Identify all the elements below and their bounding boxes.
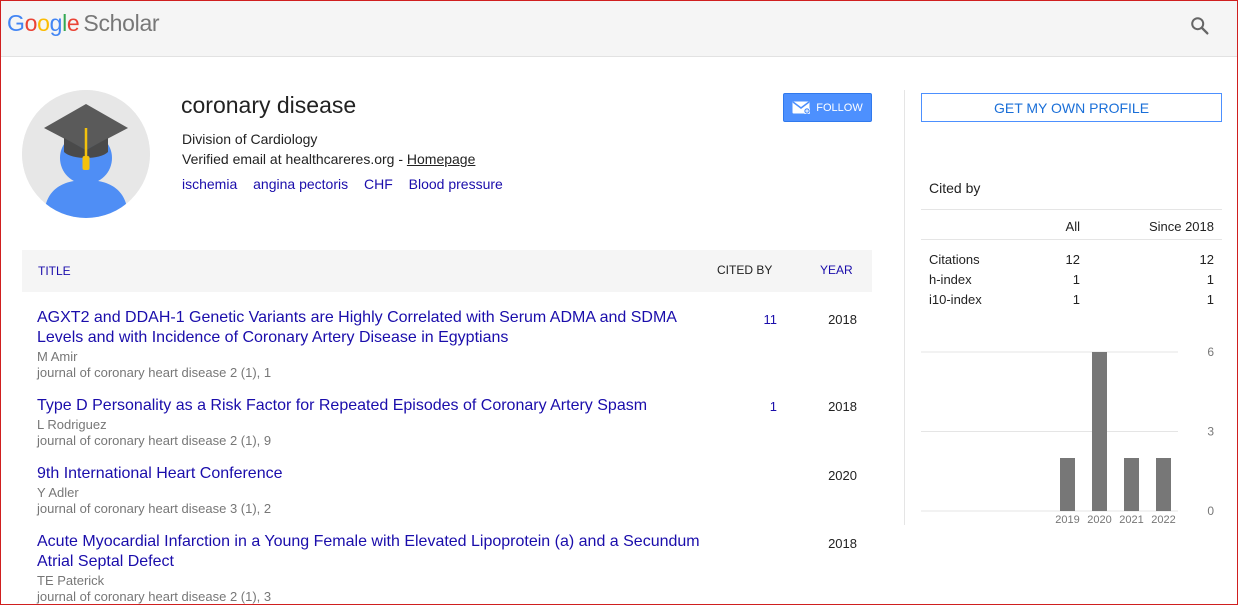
stats-header: All Since 2018	[921, 209, 1222, 240]
cited-count[interactable]: 11	[737, 312, 778, 327]
profile-affiliation: Division of Cardiology	[182, 131, 318, 147]
article-year: 2018	[828, 312, 857, 327]
chart-y-tick-label: 6	[1207, 345, 1214, 359]
article-title[interactable]: Type D Personality as a Risk Factor for …	[37, 396, 717, 416]
article-authors: L Rodriguez	[37, 417, 107, 432]
interest-blood-pressure[interactable]: Blood pressure	[409, 176, 503, 192]
interest-ischemia[interactable]: ischemia	[182, 176, 237, 192]
sort-by-title[interactable]: TITLE	[38, 264, 71, 278]
chart-x-tick-label: 2019	[1055, 514, 1079, 526]
google-scholar-logo[interactable]: Google Scholar	[7, 10, 160, 37]
stats-col-all: All	[1065, 219, 1080, 234]
profile-avatar	[22, 90, 150, 218]
follow-label: FOLLOW	[816, 101, 863, 114]
mail-icon	[792, 101, 811, 114]
sort-by-cited[interactable]: CITED BY	[717, 263, 772, 277]
article-title[interactable]: Acute Myocardial Infarction in a Young F…	[37, 532, 717, 572]
search-icon[interactable]	[1189, 15, 1211, 37]
article-year: 2018	[828, 399, 857, 414]
article-journal: journal of coronary heart disease 2 (1),…	[37, 365, 272, 380]
research-interests: ischemia angina pectoris CHF Blood press…	[182, 176, 515, 192]
article-authors: Y Adler	[37, 485, 79, 500]
citation-stats-table: All Since 2018 Citations 12 12 h-index 1…	[921, 209, 1222, 309]
profile-name: coronary disease	[181, 92, 357, 118]
article-year: 2020	[828, 468, 857, 483]
cited-count[interactable]: 1	[737, 399, 777, 414]
homepage-link[interactable]: Homepage	[407, 151, 476, 167]
stats-col-since: Since 2018	[1148, 219, 1214, 234]
interest-chf[interactable]: CHF	[364, 176, 393, 192]
interest-angina-pectoris[interactable]: angina pectoris	[253, 176, 348, 192]
column-divider	[904, 90, 905, 525]
table-row: AGXT2 and DDAH-1 Genetic Variants are Hi…	[37, 308, 867, 381]
article-authors: TE Paterick	[37, 573, 105, 588]
stats-row-h-index: h-index 1 1	[929, 272, 1214, 287]
chart-bar-2022[interactable]	[1156, 458, 1171, 511]
chart-y-tick-label: 0	[1207, 504, 1214, 518]
articles-table-header: TITLE CITED BY YEAR	[22, 250, 872, 292]
stats-row-citations: Citations 12 12	[929, 252, 1214, 267]
article-title[interactable]: 9th International Heart Conference	[37, 464, 717, 484]
chart-bar-2021[interactable]	[1124, 458, 1139, 511]
article-journal: journal of coronary heart disease 3 (1),…	[37, 501, 272, 516]
citations-per-year-chart: 0 3 6 2019 2020 2021 2022	[921, 345, 1214, 526]
chart-y-tick-label: 3	[1207, 425, 1214, 439]
graduate-cap-avatar-icon	[22, 90, 150, 218]
follow-button[interactable]: FOLLOW	[783, 93, 872, 122]
profile-email: Verified email at healthcareres.org - Ho…	[182, 151, 475, 167]
article-year: 2018	[828, 536, 857, 551]
table-row: Acute Myocardial Infarction in a Young F…	[37, 532, 867, 605]
table-row: 9th International Heart Conference Y Adl…	[37, 464, 867, 517]
stats-row-i10-index: i10-index 1 1	[929, 292, 1214, 307]
logo-suffix: Scholar	[83, 10, 160, 36]
article-journal: journal of coronary heart disease 2 (1),…	[37, 589, 272, 604]
chart-bar-2020[interactable]	[1092, 352, 1107, 511]
top-bar: Google Scholar	[0, 0, 1238, 57]
article-title[interactable]: AGXT2 and DDAH-1 Genetic Variants are Hi…	[37, 308, 717, 348]
table-row: Type D Personality as a Risk Factor for …	[37, 396, 867, 449]
email-text: Verified email at healthcareres.org -	[182, 151, 407, 167]
chart-x-tick-label: 2022	[1151, 514, 1175, 526]
article-journal: journal of coronary heart disease 2 (1),…	[37, 433, 272, 448]
article-authors: M Amir	[37, 349, 78, 364]
chart-x-tick-label: 2020	[1087, 514, 1111, 526]
chart-x-tick-label: 2021	[1119, 514, 1143, 526]
cited-by-heading: Cited by	[929, 180, 981, 196]
chart-bar-2019[interactable]	[1060, 458, 1075, 511]
sort-by-year[interactable]: YEAR	[820, 263, 853, 277]
get-my-own-profile-button[interactable]: GET MY OWN PROFILE	[921, 93, 1222, 122]
